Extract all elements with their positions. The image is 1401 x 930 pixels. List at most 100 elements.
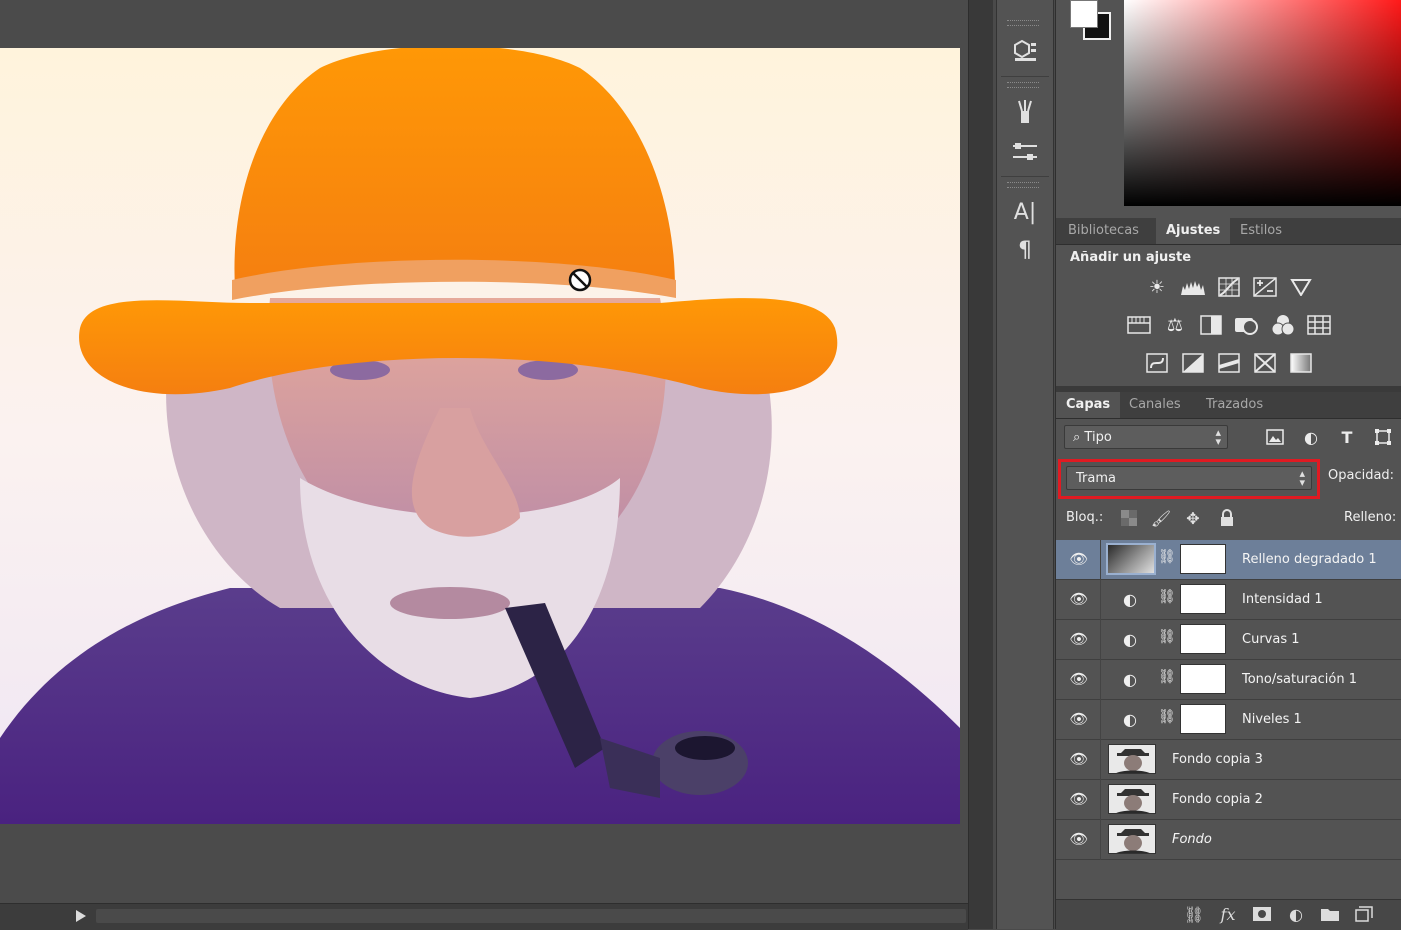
brightness-contrast-icon[interactable]: ☀ bbox=[1144, 274, 1170, 300]
visibility-eye-icon[interactable]: 👁 bbox=[1068, 630, 1090, 650]
tab-libraries[interactable]: Bibliotecas bbox=[1058, 218, 1149, 244]
layer-name: Niveles 1 bbox=[1242, 712, 1302, 727]
paragraph-panel-icon[interactable]: ¶ bbox=[1005, 234, 1045, 266]
layer-mask-thumbnail[interactable] bbox=[1180, 584, 1226, 614]
layer-mask-thumbnail[interactable] bbox=[1180, 544, 1226, 574]
layer-row[interactable]: 👁 ◐ ⛓ Tono/saturación 1 bbox=[1056, 660, 1401, 700]
layer-row[interactable]: 👁 Fondo copia 3 bbox=[1056, 740, 1401, 780]
channel-mixer-icon[interactable] bbox=[1270, 312, 1296, 338]
layer-thumbnail[interactable] bbox=[1108, 784, 1156, 814]
threshold-icon[interactable] bbox=[1216, 350, 1242, 376]
layers-tabbar: Capas Canales Trazados bbox=[1056, 392, 1401, 419]
layer-row[interactable]: 👁 Fondo copia 2 bbox=[1056, 780, 1401, 820]
color-lookup-icon[interactable] bbox=[1306, 312, 1332, 338]
tab-channels[interactable]: Canales bbox=[1119, 392, 1191, 418]
layer-row[interactable]: 👁 ◐ ⛓ Niveles 1 bbox=[1056, 700, 1401, 740]
play-arrow-icon[interactable] bbox=[76, 910, 86, 922]
panel-grip[interactable] bbox=[1007, 82, 1039, 88]
scroll-track[interactable] bbox=[96, 909, 966, 923]
filter-adjustment-layer-icon[interactable]: ◐ bbox=[1300, 426, 1322, 448]
brush-presets-icon[interactable] bbox=[1005, 96, 1045, 128]
layer-thumbnail[interactable] bbox=[1108, 744, 1156, 774]
layer-name: Intensidad 1 bbox=[1242, 592, 1323, 607]
tab-layers[interactable]: Capas bbox=[1056, 392, 1121, 418]
link-chain-icon[interactable]: ⛓ bbox=[1158, 669, 1176, 685]
color-picker-field[interactable] bbox=[1124, 0, 1401, 206]
panel-grip[interactable] bbox=[1007, 182, 1039, 188]
invert-icon[interactable] bbox=[1144, 350, 1170, 376]
gradient-fill-thumbnail[interactable] bbox=[1106, 543, 1156, 575]
tab-adjustments[interactable]: Ajustes bbox=[1156, 218, 1231, 244]
color-balance-icon[interactable]: ⚖ bbox=[1162, 312, 1188, 338]
lock-image-pixels-icon[interactable]: 🖌 bbox=[1150, 507, 1172, 529]
visibility-eye-icon[interactable]: 👁 bbox=[1068, 750, 1090, 770]
visibility-eye-icon[interactable]: 👁 bbox=[1068, 670, 1090, 690]
document-canvas-area[interactable] bbox=[0, 0, 968, 930]
layer-thumbnail[interactable] bbox=[1108, 824, 1156, 854]
layer-name: Fondo bbox=[1172, 832, 1212, 847]
black-white-icon[interactable] bbox=[1198, 312, 1224, 338]
exposure-icon[interactable] bbox=[1252, 274, 1278, 300]
layer-mask-thumbnail[interactable] bbox=[1180, 624, 1226, 654]
panel-grip[interactable] bbox=[1007, 20, 1039, 26]
curves-icon[interactable] bbox=[1216, 274, 1242, 300]
add-mask-icon[interactable] bbox=[1250, 903, 1274, 925]
adjustment-layer-icon[interactable]: ◐ bbox=[1120, 710, 1140, 730]
link-chain-icon[interactable]: ⛓ bbox=[1158, 589, 1176, 605]
lock-transparent-pixels-icon[interactable] bbox=[1118, 507, 1140, 529]
adjustments-title: Añadir un ajuste bbox=[1070, 250, 1192, 265]
layer-filter-kind-select[interactable]: ⌕ Tipo ▴ ▾ bbox=[1064, 425, 1228, 449]
levels-icon[interactable] bbox=[1180, 274, 1206, 300]
brush-settings-icon[interactable] bbox=[1005, 136, 1045, 168]
3d-panel-icon[interactable] bbox=[1005, 34, 1045, 66]
kind-filter-value: Tipo bbox=[1084, 430, 1112, 445]
updown-arrows-icon: ▴ ▾ bbox=[1299, 467, 1305, 489]
opacity-label: Opacidad: bbox=[1328, 468, 1395, 483]
layer-mask-thumbnail[interactable] bbox=[1180, 704, 1226, 734]
adjustment-layer-icon[interactable]: ◐ bbox=[1120, 670, 1140, 690]
divider bbox=[1100, 580, 1101, 620]
visibility-eye-icon[interactable]: 👁 bbox=[1068, 550, 1090, 570]
link-chain-icon[interactable]: ⛓ bbox=[1158, 709, 1176, 725]
layer-row[interactable]: 👁 ◐ ⛓ Curvas 1 bbox=[1056, 620, 1401, 660]
filter-shape-layer-icon[interactable] bbox=[1372, 426, 1394, 448]
layers-bottom-toolbar: ⛓ fx ◐ bbox=[1056, 899, 1401, 930]
tab-paths[interactable]: Trazados bbox=[1196, 392, 1273, 418]
vertical-scrollbar[interactable] bbox=[968, 0, 993, 929]
new-adjustment-layer-icon[interactable]: ◐ bbox=[1284, 903, 1308, 925]
gradient-map-icon[interactable] bbox=[1288, 350, 1314, 376]
filter-type-layer-icon[interactable]: T bbox=[1336, 426, 1358, 448]
photo-filter-icon[interactable] bbox=[1234, 312, 1260, 338]
horizontal-scrollbar[interactable] bbox=[0, 903, 968, 930]
link-layers-icon[interactable]: ⛓ bbox=[1182, 903, 1206, 925]
new-layer-icon[interactable] bbox=[1352, 903, 1376, 925]
selective-color-icon[interactable] bbox=[1252, 350, 1278, 376]
visibility-eye-icon[interactable]: 👁 bbox=[1068, 830, 1090, 850]
fx-icon[interactable]: fx bbox=[1216, 903, 1240, 925]
posterize-icon[interactable] bbox=[1180, 350, 1206, 376]
link-chain-icon[interactable]: ⛓ bbox=[1158, 549, 1176, 565]
adjustment-layer-icon[interactable]: ◐ bbox=[1120, 590, 1140, 610]
tab-styles[interactable]: Estilos bbox=[1230, 218, 1292, 244]
adjustment-layer-icon[interactable]: ◐ bbox=[1120, 630, 1140, 650]
character-panel-icon[interactable]: A| bbox=[1005, 196, 1045, 228]
layer-name: Tono/saturación 1 bbox=[1242, 672, 1358, 687]
layer-row[interactable]: 👁 ⛓ Relleno degradado 1 bbox=[1056, 540, 1401, 580]
filter-pixel-layer-icon[interactable] bbox=[1264, 426, 1286, 448]
visibility-eye-icon[interactable]: 👁 bbox=[1068, 710, 1090, 730]
vibrance-icon[interactable] bbox=[1288, 274, 1314, 300]
new-group-folder-icon[interactable] bbox=[1318, 903, 1342, 925]
layer-row[interactable]: 👁 Fondo bbox=[1056, 820, 1401, 860]
layer-mask-thumbnail[interactable] bbox=[1180, 664, 1226, 694]
foreground-color-swatch[interactable] bbox=[1070, 0, 1098, 28]
hue-saturation-icon[interactable] bbox=[1126, 312, 1152, 338]
layer-name: Fondo copia 3 bbox=[1172, 752, 1263, 767]
lock-position-icon[interactable]: ✥ bbox=[1182, 507, 1204, 529]
document-image[interactable] bbox=[0, 48, 960, 824]
visibility-eye-icon[interactable]: 👁 bbox=[1068, 790, 1090, 810]
lock-all-icon[interactable] bbox=[1216, 507, 1238, 529]
blend-mode-select[interactable]: Trama ▴ ▾ bbox=[1066, 466, 1312, 490]
layer-row[interactable]: 👁 ◐ ⛓ Intensidad 1 bbox=[1056, 580, 1401, 620]
visibility-eye-icon[interactable]: 👁 bbox=[1068, 590, 1090, 610]
link-chain-icon[interactable]: ⛓ bbox=[1158, 629, 1176, 645]
